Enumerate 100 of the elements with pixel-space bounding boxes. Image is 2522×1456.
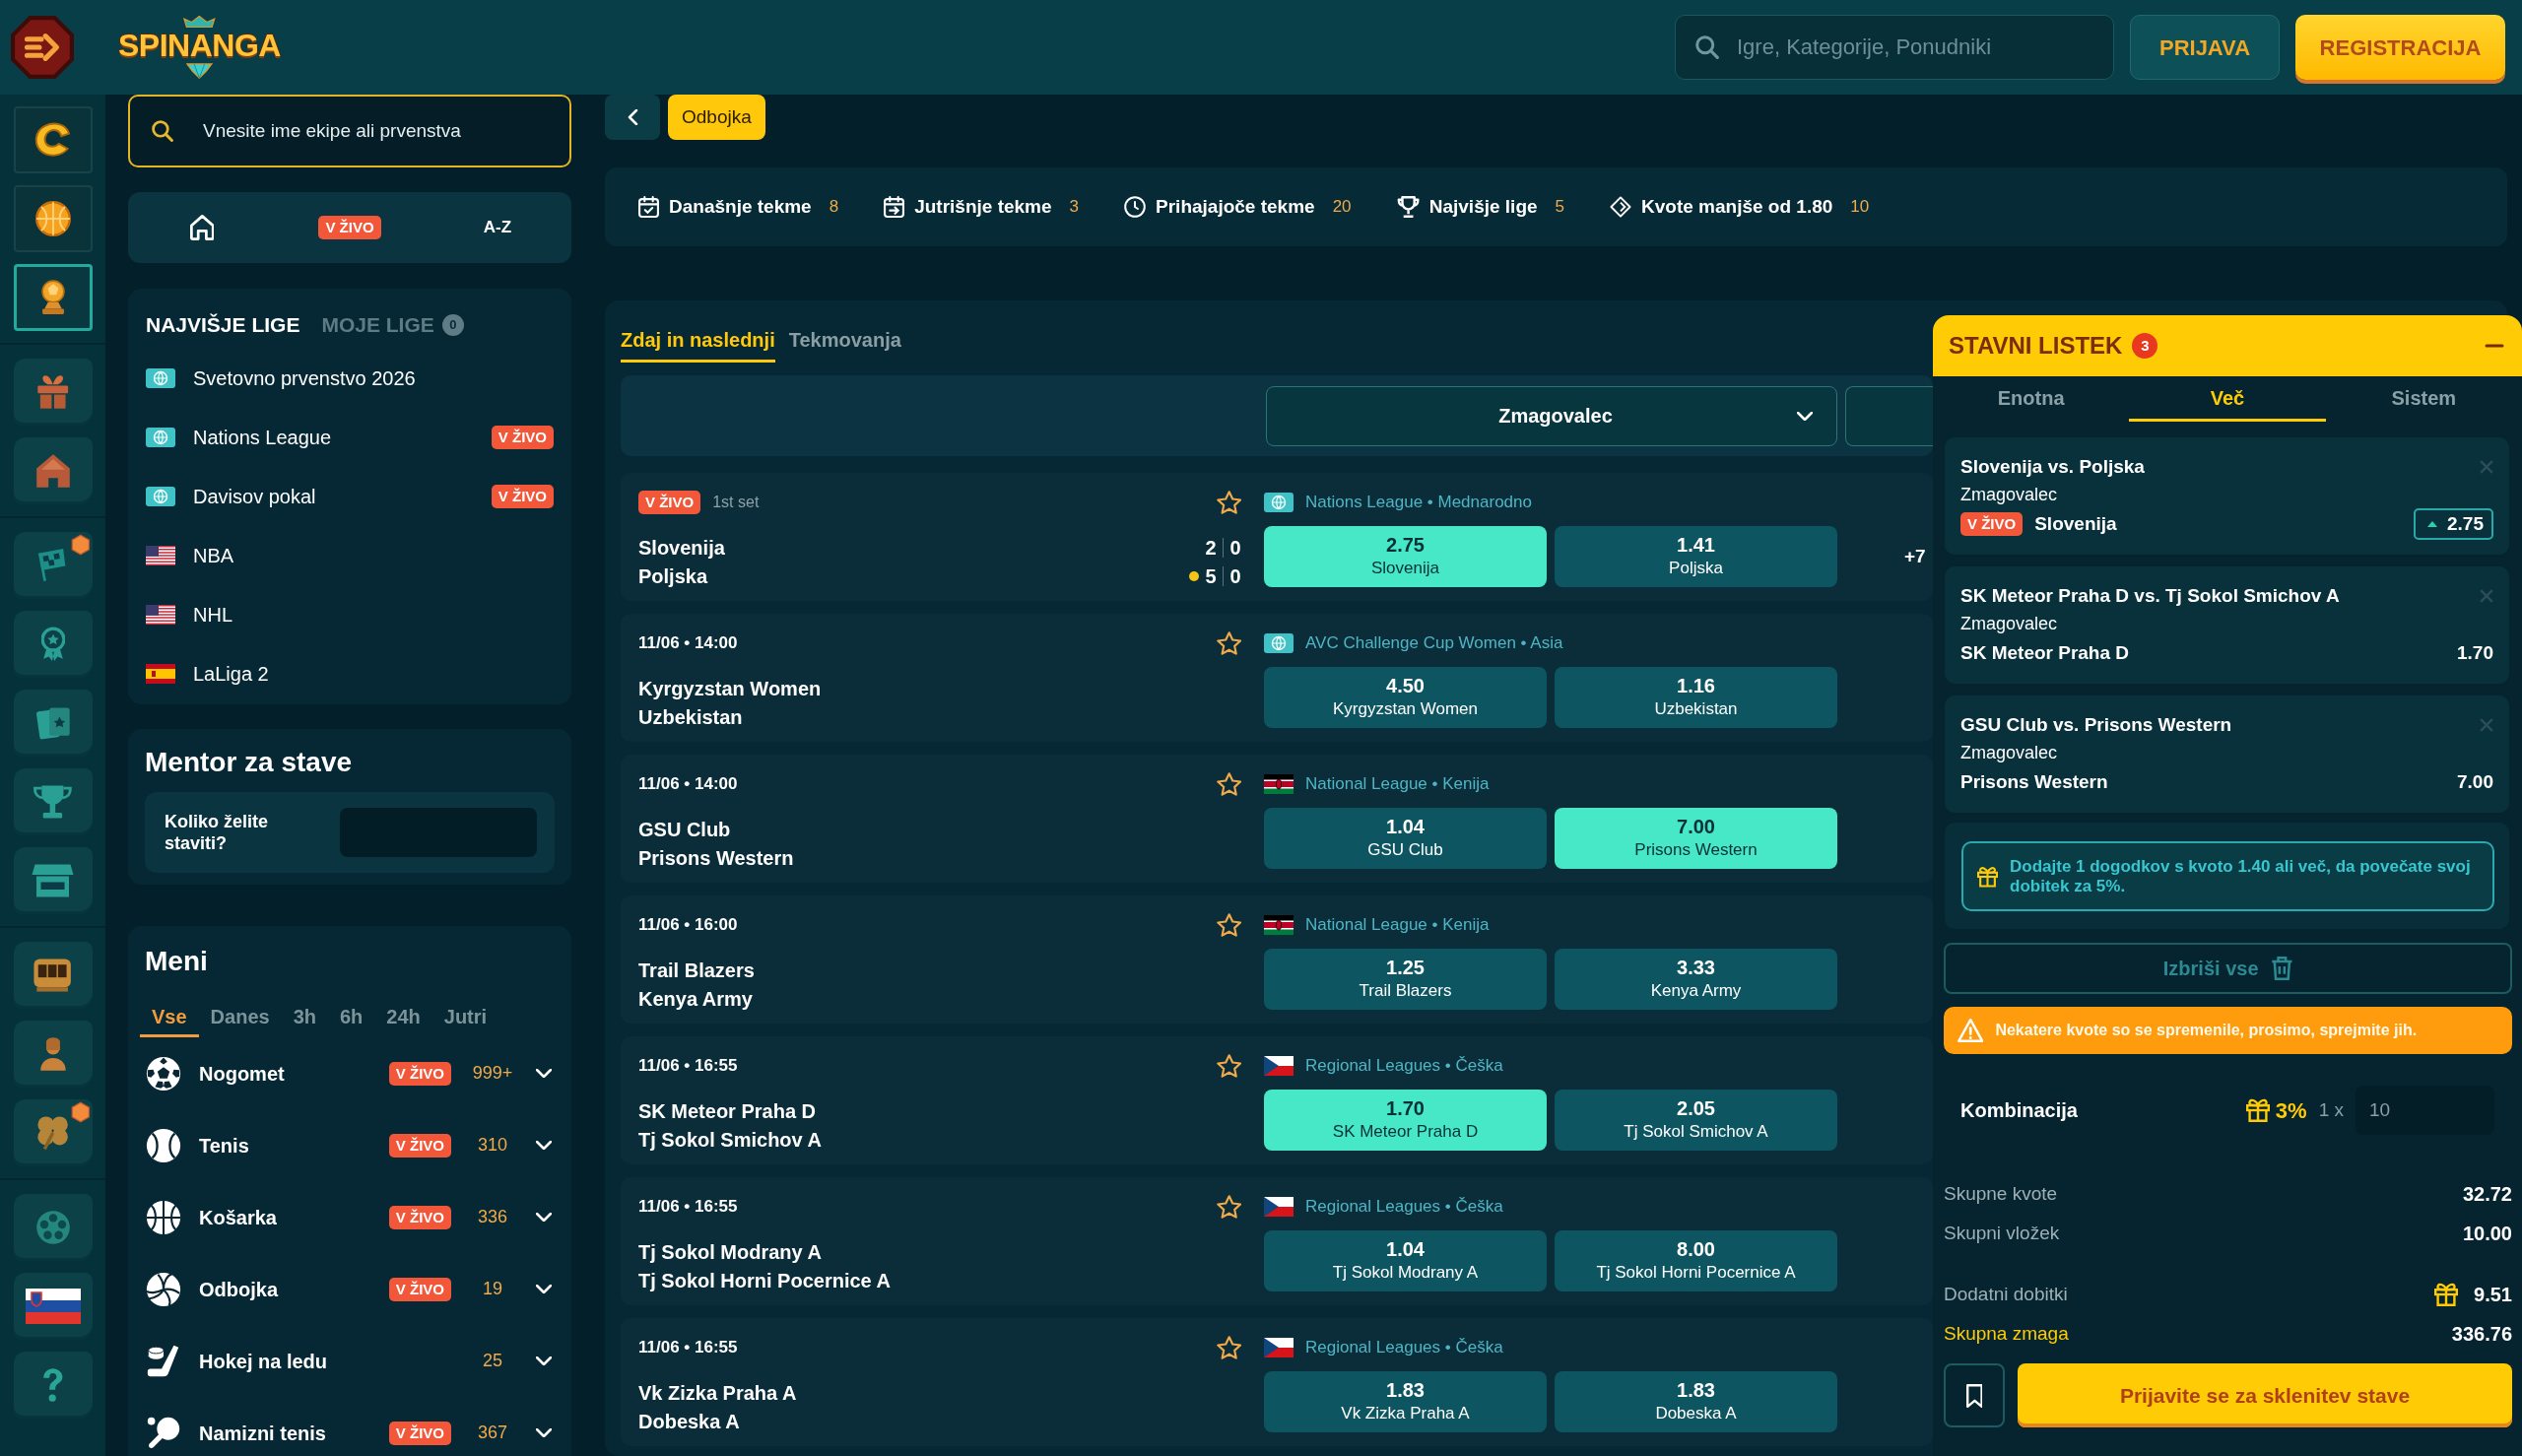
- time-filter-tab[interactable]: 6h: [327, 1005, 375, 1037]
- help-icon: [41, 1367, 64, 1403]
- rail-button[interactable]: [13, 185, 93, 252]
- odds-button[interactable]: 1.83 Dobeska A: [1555, 1371, 1837, 1432]
- filter-link[interactable]: Jutrišnje tekme: [914, 192, 1052, 222]
- team-name: Tj Sokol Smichov A: [638, 1127, 822, 1153]
- time-filter-tab[interactable]: Danes: [198, 1005, 282, 1037]
- sport-name[interactable]: Tenis: [199, 1130, 249, 1160]
- selection-odds: 7.00: [2457, 769, 2493, 794]
- league-name[interactable]: Nations League: [193, 423, 332, 452]
- stake-input[interactable]: 10: [2356, 1086, 2494, 1135]
- search-field[interactable]: Vnesite ime ekipe ali prvenstva: [128, 95, 571, 167]
- rail-button[interactable]: [13, 1099, 93, 1166]
- odds-button[interactable]: 1.04 Tj Sokol Modrany A: [1264, 1230, 1547, 1291]
- time-filter-tab[interactable]: 24h: [374, 1005, 432, 1037]
- sport-name[interactable]: Košarka: [199, 1202, 277, 1232]
- league-name[interactable]: National League • Kenija: [1305, 771, 1490, 797]
- place-bet-button[interactable]: Prijavite se za sklenitev stave: [2018, 1363, 2512, 1427]
- odds-button[interactable]: 4.50 Kyrgyzstan Women: [1264, 667, 1547, 728]
- checkered-flag-icon: [37, 548, 68, 583]
- league-name[interactable]: NHL: [193, 600, 232, 629]
- stake-input[interactable]: [340, 808, 537, 857]
- chevron-down-icon[interactable]: [536, 1213, 552, 1222]
- breadcrumb-chip[interactable]: Odbojka: [668, 95, 765, 140]
- odds-button[interactable]: 2.75 Slovenija: [1264, 526, 1547, 587]
- league-name[interactable]: Svetovno prvenstvo 2026: [193, 364, 416, 393]
- login-button[interactable]: PRIJAVA: [2130, 15, 2280, 80]
- panel-title: Mentor za stave: [145, 746, 353, 779]
- league-name[interactable]: Davisov pokal: [193, 482, 316, 511]
- filter-link[interactable]: Prihajajoče tekme: [1156, 192, 1315, 222]
- star-icon[interactable]: [1216, 772, 1241, 796]
- gift-icon: [2245, 1098, 2270, 1122]
- rail-button[interactable]: [13, 106, 93, 173]
- odds-button[interactable]: 1.16 Uzbekistan: [1555, 667, 1837, 728]
- back-button[interactable]: [605, 95, 660, 140]
- odds-button[interactable]: 3.33 Kenya Army: [1555, 949, 1837, 1010]
- star-icon[interactable]: [1216, 491, 1241, 514]
- home-icon[interactable]: [189, 215, 215, 240]
- chevron-down-icon[interactable]: [536, 1428, 552, 1437]
- sport-name[interactable]: Namizni tenis: [199, 1418, 326, 1448]
- sport-name[interactable]: Hokej na ledu: [199, 1346, 328, 1376]
- event-count: 336: [476, 1206, 508, 1228]
- event-count: 310: [476, 1134, 508, 1157]
- logo-text[interactable]: SPINANGA: [118, 28, 281, 63]
- odds-button[interactable]: 1.25 Trail Blazers: [1264, 949, 1547, 1010]
- league-name[interactable]: Regional Leagues • Češka: [1305, 1053, 1503, 1079]
- chevron-down-icon[interactable]: [536, 1069, 552, 1078]
- matches-tab[interactable]: Zdaj in naslednji: [621, 326, 775, 363]
- league-name[interactable]: Regional Leagues • Češka: [1305, 1335, 1503, 1360]
- odds-button[interactable]: 2.05 Tj Sokol Smichov A: [1555, 1090, 1837, 1151]
- filter-link[interactable]: Najvišje lige: [1428, 192, 1538, 222]
- star-icon[interactable]: [1216, 1054, 1241, 1078]
- league-name[interactable]: LaLiga 2: [193, 659, 269, 689]
- warning-icon: [1958, 1019, 1984, 1042]
- league-name[interactable]: AVC Challenge Cup Women • Asia: [1305, 630, 1563, 656]
- more-markets-link[interactable]: +7: [1904, 542, 1926, 571]
- rail-button[interactable]: [13, 264, 93, 331]
- odds-button[interactable]: 1.04 GSU Club: [1264, 808, 1547, 869]
- rail-button[interactable]: [13, 1273, 93, 1340]
- odds-button[interactable]: 1.70 SK Meteor Praha D: [1264, 1090, 1547, 1151]
- matches-tab[interactable]: Tekmovanja: [788, 326, 901, 363]
- betslip-tab[interactable]: Več: [2129, 376, 2326, 422]
- league-name[interactable]: NBA: [193, 541, 234, 570]
- total-value: 10.00: [2462, 1222, 2512, 1246]
- star-icon[interactable]: [1216, 913, 1241, 937]
- odds-button[interactable]: 7.00 Prisons Western: [1555, 808, 1837, 869]
- market-dropdown[interactable]: [1845, 385, 1933, 446]
- sport-name[interactable]: Odbojka: [199, 1274, 278, 1304]
- market-dropdown[interactable]: Zmagovalec: [1266, 385, 1837, 446]
- star-icon[interactable]: [1216, 1336, 1241, 1359]
- betslip-tab[interactable]: Enotna: [1933, 376, 2130, 422]
- time-filter-tab[interactable]: 3h: [281, 1005, 328, 1037]
- clear-all-button[interactable]: Izbriši vse: [1944, 943, 2512, 994]
- league-name[interactable]: National League • Kenija: [1305, 912, 1490, 938]
- bookmark-button[interactable]: [1944, 1363, 2005, 1427]
- betslip-tab[interactable]: Sistem: [2325, 376, 2522, 422]
- sport-name[interactable]: Nogomet: [199, 1058, 285, 1089]
- spain-flag-icon: [146, 664, 175, 684]
- chevron-down-icon[interactable]: [536, 1285, 552, 1293]
- basketball-icon: [145, 1198, 182, 1236]
- time-filter-tab[interactable]: Vse: [140, 1005, 199, 1037]
- minimize-icon[interactable]: [2485, 344, 2504, 348]
- league-name[interactable]: Regional Leagues • Češka: [1305, 1194, 1503, 1220]
- star-icon[interactable]: [1216, 631, 1241, 655]
- odds-button[interactable]: 1.83 Vk Zizka Praha A: [1264, 1371, 1547, 1432]
- filter-link[interactable]: Današnje tekme: [669, 192, 812, 222]
- league-name[interactable]: Nations League • Mednarodno: [1305, 490, 1532, 515]
- chevron-down-icon[interactable]: [536, 1357, 552, 1365]
- menu-icon[interactable]: [10, 15, 75, 80]
- rail-button[interactable]: [13, 532, 93, 599]
- odds-button[interactable]: 8.00 Tj Sokol Horni Pocernice A: [1555, 1230, 1837, 1291]
- az-tab[interactable]: A-Z: [483, 215, 512, 240]
- star-icon[interactable]: [1216, 1195, 1241, 1219]
- filter-link[interactable]: Kvote manjše od 1.80: [1641, 192, 1833, 222]
- chevron-down-icon[interactable]: [536, 1141, 552, 1150]
- time-filter-tab[interactable]: Jutri: [431, 1005, 499, 1037]
- odds-button[interactable]: 1.41 Poljska: [1555, 526, 1837, 587]
- league-tab[interactable]: NAJVIŠJE LIGE: [146, 308, 300, 341]
- search-field[interactable]: Igre, Kategorije, Ponudniki: [1675, 15, 2114, 80]
- live-badge: V ŽIVO: [638, 491, 701, 514]
